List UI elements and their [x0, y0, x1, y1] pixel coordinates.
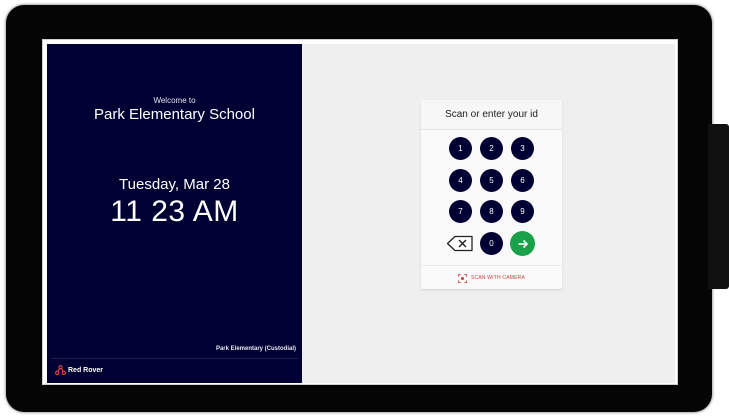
key-6[interactable]: 6: [511, 169, 534, 192]
brand-logo: Red Rover: [55, 365, 103, 376]
footer-divider: [51, 358, 298, 359]
key-3[interactable]: 3: [511, 137, 534, 160]
location-label: Park Elementary (Custodial): [215, 346, 296, 352]
key-8[interactable]: 8: [480, 200, 503, 223]
key-5[interactable]: 5: [480, 169, 503, 192]
kiosk-screen: Welcome to Park Elementary School Tuesda…: [42, 39, 678, 385]
key-4[interactable]: 4: [449, 169, 472, 192]
key-0[interactable]: 0: [480, 232, 503, 255]
backspace-icon: [446, 235, 473, 252]
submit-button[interactable]: [510, 231, 535, 256]
key-7[interactable]: 7: [449, 200, 472, 223]
keypad-card: Scan or enter your id 1 2 3 4 5 6 7 8 9: [421, 100, 562, 289]
arrow-right-icon: [518, 239, 528, 248]
scan-with-camera-label: SCAN WITH CAMERA: [470, 275, 526, 281]
camera-scan-icon: [458, 273, 467, 283]
backspace-button[interactable]: [446, 235, 474, 252]
welcome-text: Welcome to: [153, 96, 196, 105]
tablet-side-button: [708, 124, 729, 289]
key-1[interactable]: 1: [449, 137, 472, 160]
key-9[interactable]: 9: [511, 200, 534, 223]
school-name: Park Elementary School: [94, 106, 255, 123]
scan-with-camera-button[interactable]: SCAN WITH CAMERA: [421, 265, 562, 290]
red-rover-logo-icon: [55, 365, 66, 375]
keypad-title: Scan or enter your id: [421, 100, 562, 130]
id-entry-panel: Scan or enter your id 1 2 3 4 5 6 7 8 9: [302, 44, 675, 383]
current-time: 11 23 AM: [110, 195, 239, 228]
current-date: Tuesday, Mar 28: [119, 176, 230, 193]
brand-name: Red Rover: [68, 367, 104, 374]
key-2[interactable]: 2: [480, 137, 503, 160]
welcome-panel: Welcome to Park Elementary School Tuesda…: [47, 44, 302, 383]
